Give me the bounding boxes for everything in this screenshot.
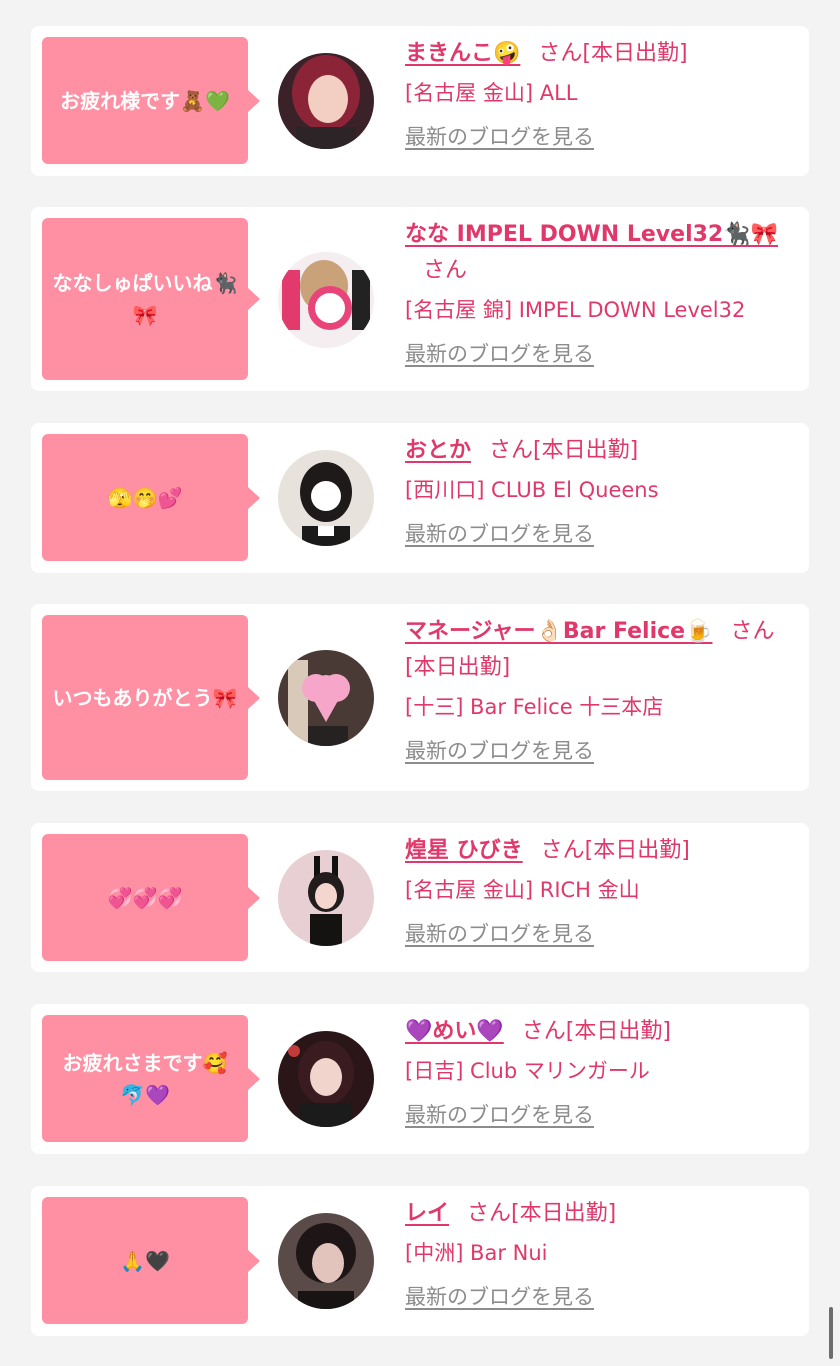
list-item: お疲れ様です🧸💚 まきんこ🤪 さん[本日出勤] [名古屋 金山] ALL 最新のブ… xyxy=(31,26,809,176)
avatar[interactable] xyxy=(278,1031,374,1127)
avatar[interactable] xyxy=(278,850,374,946)
cast-name-link[interactable]: なな IMPEL DOWN Level32🐈‍⬛🎀 xyxy=(405,222,778,247)
shop-label: [名古屋 金山] ALL xyxy=(405,81,578,105)
message-text: ななしゅぱいいね🐈‍⬛🎀 xyxy=(52,271,238,327)
latest-blog-link[interactable]: 最新のブログを見る xyxy=(405,122,594,152)
message-bubble: 🙏🖤 xyxy=(42,1197,260,1324)
latest-blog-link[interactable]: 最新のブログを見る xyxy=(405,919,594,949)
shop-label: [名古屋 錦] IMPEL DOWN Level32 xyxy=(405,298,746,322)
cast-name-link[interactable]: 煌星 ひびき xyxy=(405,838,523,863)
cast-name-link[interactable]: レイ xyxy=(405,1201,449,1226)
cast-name-link[interactable]: まきんこ🤪 xyxy=(405,41,520,66)
cast-name-link[interactable]: マネージャー👌🏻Bar Felice🍺 xyxy=(405,619,712,644)
latest-blog-link[interactable]: 最新のブログを見る xyxy=(405,1282,594,1312)
san-label: さん[本日出勤] xyxy=(489,438,639,463)
avatar[interactable] xyxy=(278,252,374,348)
list-item: ななしゅぱいいね🐈‍⬛🎀 なな IMPEL DOWN Level32🐈‍⬛🎀 さん… xyxy=(31,207,809,391)
san-label: さん[本日出勤] xyxy=(540,838,690,863)
cast-name-link[interactable]: おとか xyxy=(405,438,471,463)
message-bubble: 💞💞💞 xyxy=(42,834,260,961)
message-text: 🫣🤭💕 xyxy=(107,485,183,510)
latest-blog-link[interactable]: 最新のブログを見る xyxy=(405,736,594,766)
list-item: 💞💞💞 煌星 ひびき さん[本日出勤] [名古屋 金山] RICH 金山 最新のブ… xyxy=(31,823,809,972)
list-item: いつもありがとう🎀 マネージャー👌🏻Bar Felice🍺 さん[本日出勤] [十… xyxy=(31,604,809,791)
avatar[interactable] xyxy=(278,450,374,546)
message-text: いつもありがとう🎀 xyxy=(52,685,238,710)
message-bubble: 🫣🤭💕 xyxy=(42,434,260,561)
latest-blog-link[interactable]: 最新のブログを見る xyxy=(405,519,594,549)
scrollbar[interactable] xyxy=(829,1307,833,1359)
shop-label: [中洲] Bar Nui xyxy=(405,1241,548,1265)
san-label: さん[本日出勤] xyxy=(538,41,688,66)
shop-label: [十三] Bar Felice 十三本店 xyxy=(405,695,664,719)
san-label: さん xyxy=(423,258,468,283)
latest-blog-link[interactable]: 最新のブログを見る xyxy=(405,1100,594,1130)
san-label: さん[本日出勤] xyxy=(467,1201,617,1226)
message-bubble: お疲れ様です🧸💚 xyxy=(42,37,260,164)
shop-label: [西川口] CLUB El Queens xyxy=(405,478,659,502)
avatar[interactable] xyxy=(278,1213,374,1309)
avatar[interactable] xyxy=(278,53,374,149)
san-label: さん[本日出勤] xyxy=(521,1019,671,1044)
message-text: 💞💞💞 xyxy=(107,885,183,910)
message-text: お疲れ様です🧸💚 xyxy=(60,88,230,113)
shop-label: [名古屋 金山] RICH 金山 xyxy=(405,878,640,902)
shop-label: [日吉] Club マリンガール xyxy=(405,1059,650,1083)
avatar[interactable] xyxy=(278,650,374,746)
cast-name-link[interactable]: 💜めい💜 xyxy=(405,1019,504,1044)
list-item: 🫣🤭💕 おとか さん[本日出勤] [西川口] CLUB El Queens 最新の… xyxy=(31,423,809,573)
message-bubble: お疲れさまです🥰🐬💜 xyxy=(42,1015,260,1142)
message-bubble: いつもありがとう🎀 xyxy=(42,615,260,780)
message-bubble: ななしゅぱいいね🐈‍⬛🎀 xyxy=(42,218,260,380)
list-item: お疲れさまです🥰🐬💜 💜めい💜 さん[本日出勤] [日吉] Club マリンガール… xyxy=(31,1004,809,1154)
latest-blog-link[interactable]: 最新のブログを見る xyxy=(405,339,594,369)
list-item: 🙏🖤 レイ さん[本日出勤] [中洲] Bar Nui 最新のブログを見る xyxy=(31,1186,809,1336)
message-text: 🙏🖤 xyxy=(120,1248,170,1273)
message-text: お疲れさまです🥰🐬💜 xyxy=(62,1050,228,1107)
